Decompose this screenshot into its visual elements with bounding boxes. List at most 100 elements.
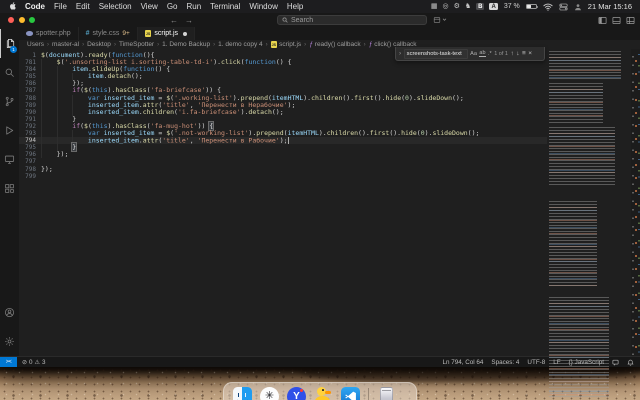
- code-line-790[interactable]: 790inserted_item.children('i.fa-briefcas…: [19, 109, 547, 116]
- indent-guide: [57, 123, 73, 130]
- status-icon-input-source[interactable]: A: [489, 3, 497, 10]
- status-icon-paw[interactable]: ♞: [465, 3, 471, 10]
- errors-count: 0: [29, 359, 33, 366]
- regex-button[interactable]: .*: [488, 51, 492, 57]
- match-case-button[interactable]: Aa: [470, 51, 477, 57]
- menu-item-file[interactable]: File: [54, 2, 67, 11]
- menu-item-go[interactable]: Go: [167, 2, 178, 11]
- indent-guide: [57, 80, 73, 87]
- tab-bar: spotter.php#style.css9+JSscript.js: [19, 27, 640, 40]
- js-file-icon: JS: [145, 30, 152, 37]
- status-icon-ring[interactable]: ◎: [442, 3, 448, 10]
- accounts-icon[interactable]: [0, 298, 19, 327]
- zoom-window-button[interactable]: [29, 17, 35, 23]
- command-center-search[interactable]: Search: [277, 15, 427, 25]
- breadcrumb-item[interactable]: JSscript.js: [271, 41, 302, 48]
- statusbar-right: Ln 794, Col 64 Spaces: 4 UTF-8 LF {} Jav…: [442, 359, 640, 366]
- code-line-794[interactable]: 794inserted_item.attr('title', 'Перенест…: [19, 137, 547, 144]
- line-number: 796: [19, 151, 41, 158]
- find-input[interactable]: screenshots-task-text: [404, 49, 468, 59]
- notifications-bell-icon[interactable]: [627, 359, 634, 366]
- code-line-798[interactable]: 798});: [19, 166, 547, 173]
- vscode-dock-icon[interactable]: [341, 387, 360, 400]
- indent-guide: [57, 66, 73, 73]
- minimize-window-button[interactable]: [19, 17, 25, 23]
- overview-ruler-scrollbar[interactable]: [631, 49, 640, 356]
- tab-style.css[interactable]: #style.css9+: [79, 27, 138, 40]
- tab-label: script.js: [154, 30, 178, 37]
- trash-dock-icon[interactable]: [380, 387, 393, 400]
- settings-gear-icon[interactable]: [0, 327, 19, 356]
- breadcrumb-item[interactable]: Users: [27, 41, 44, 48]
- menu-item-terminal[interactable]: Terminal: [210, 2, 240, 11]
- line-number: 799: [19, 173, 41, 180]
- status-icon-bitwarden[interactable]: B: [476, 3, 484, 10]
- explorer-icon[interactable]: 1: [0, 29, 19, 58]
- find-in-selection-button[interactable]: ≡: [522, 50, 526, 57]
- yandex-dock-icon[interactable]: Y: [287, 387, 306, 400]
- problems-indicator[interactable]: ⊘ 0 ⚠ 3: [22, 359, 45, 366]
- menubar-clock[interactable]: 21 Mar 15:16: [588, 2, 632, 11]
- find-replace-toggle-icon[interactable]: ›: [399, 50, 401, 57]
- menu-item-help[interactable]: Help: [287, 2, 303, 11]
- breadcrumb-item[interactable]: 1. Demo Backup: [162, 41, 210, 48]
- duck-dock-icon[interactable]: [314, 387, 333, 400]
- forward-button[interactable]: →: [185, 16, 193, 25]
- code-line-795[interactable]: 795}: [19, 144, 547, 151]
- line-number: 794: [19, 137, 41, 144]
- finder-dock-icon[interactable]: [233, 387, 252, 400]
- breadcrumb-item[interactable]: ƒready() callback: [309, 41, 361, 48]
- menu-item-selection[interactable]: Selection: [99, 2, 132, 11]
- menu-item-edit[interactable]: Edit: [76, 2, 90, 11]
- minimap[interactable]: [547, 49, 631, 356]
- menubar-status-area: ▦◎⚙♞BA 37 % 21 Mar 15:16: [431, 2, 632, 11]
- breadcrumb-item[interactable]: Desktop: [87, 41, 111, 48]
- status-icon-gear[interactable]: ⚙: [454, 3, 460, 10]
- menu-item-view[interactable]: View: [141, 2, 158, 11]
- cursor-position[interactable]: Ln 794, Col 64: [442, 359, 483, 366]
- breadcrumb-item[interactable]: master-al: [52, 41, 79, 48]
- breadcrumb-item[interactable]: TimeSpotter: [119, 41, 154, 48]
- back-button[interactable]: ←: [170, 16, 178, 25]
- chatgpt-dock-icon[interactable]: ✳: [260, 387, 279, 400]
- menu-item-code[interactable]: Code: [25, 2, 45, 11]
- menu-item-window[interactable]: Window: [249, 2, 277, 11]
- whole-word-button[interactable]: ab: [479, 50, 485, 57]
- search-view-icon[interactable]: [0, 58, 19, 87]
- customize-layout-icon[interactable]: [626, 16, 635, 25]
- tab-label: style.css: [93, 30, 120, 37]
- menu-item-run[interactable]: Run: [186, 2, 201, 11]
- feedback-icon[interactable]: [612, 359, 619, 366]
- indent-guide: [41, 116, 57, 123]
- close-find-button[interactable]: ×: [528, 50, 532, 57]
- new-window-button[interactable]: [433, 16, 447, 24]
- code-line-797[interactable]: 797: [19, 158, 547, 165]
- extensions-icon[interactable]: [0, 174, 19, 203]
- source-control-icon[interactable]: [0, 87, 19, 116]
- encoding-setting[interactable]: UTF-8: [527, 359, 545, 366]
- close-window-button[interactable]: [8, 17, 14, 23]
- control-center-icon[interactable]: [559, 3, 568, 11]
- code-line-785[interactable]: 785item.detach();: [19, 73, 547, 80]
- tab-spotter.php[interactable]: spotter.php: [19, 27, 79, 40]
- battery-icon[interactable]: [526, 4, 537, 10]
- modified-dot-icon: [183, 32, 187, 36]
- wifi-icon[interactable]: [543, 3, 553, 11]
- user-account-icon[interactable]: [574, 3, 582, 11]
- breadcrumb-item[interactable]: 1. demo copy 4: [218, 41, 262, 48]
- status-icon-keyboard[interactable]: ▦: [431, 3, 438, 10]
- find-results-count: 1 of 1: [494, 51, 508, 57]
- next-match-button[interactable]: ↓: [516, 50, 519, 57]
- remote-explorer-icon[interactable]: [0, 145, 19, 174]
- toggle-sidebar-icon[interactable]: [598, 16, 607, 25]
- previous-match-button[interactable]: ↑: [510, 50, 513, 57]
- indent-guide: [57, 137, 73, 144]
- code-line-799[interactable]: 799: [19, 173, 547, 180]
- toggle-panel-icon[interactable]: [612, 16, 621, 25]
- remote-indicator[interactable]: ><: [0, 357, 17, 367]
- code-line-796[interactable]: 796});: [19, 151, 547, 158]
- tab-script.js[interactable]: JSscript.js: [138, 27, 195, 40]
- run-debug-icon[interactable]: [0, 116, 19, 145]
- apple-menu-icon[interactable]: [8, 2, 16, 11]
- indentation-setting[interactable]: Spaces: 4: [491, 359, 519, 366]
